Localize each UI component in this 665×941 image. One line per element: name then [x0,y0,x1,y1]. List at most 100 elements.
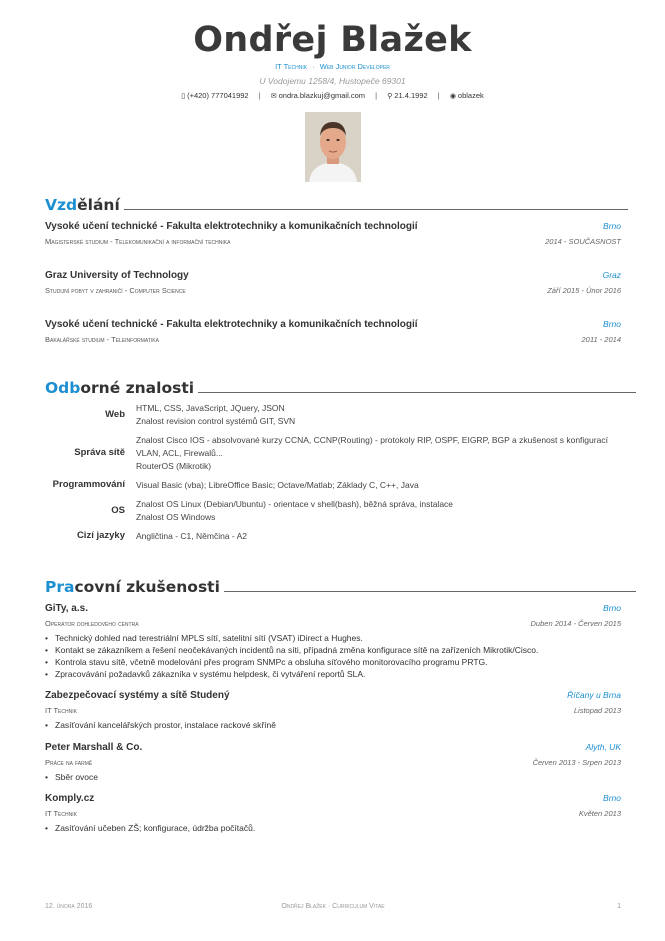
bullet-list: Zasíťování učeben ZŠ; konfigurace, údržb… [45,822,621,834]
email-link[interactable]: ondra.blazkuj@gmail.com [279,91,365,100]
entry-location: Brno [603,793,621,803]
heading-accent: Odb [45,379,81,397]
education-heading: Vzd ělání [45,196,628,214]
entry-title: GiTy, a.s. [45,603,88,614]
entry-location: Brno [603,221,621,231]
position-1: IT Technik [275,62,308,71]
entry-title: Vysoké učení technické - Fakulta elektro… [45,319,418,330]
page-number: 1 [617,903,621,910]
skill-label: Správa sítě [74,447,125,458]
bullet-list: Technický dohled nad terestriální MPLS s… [45,632,621,680]
bullet-item: Kontrola stavu sítě, včetně modelování p… [45,656,621,668]
entry-title: Peter Marshall & Co. [45,742,143,753]
heading-accent: Vzd [45,196,78,214]
address: U Vodojemu 1258/4, Hustopeče 69301 [259,76,406,86]
bullet-list: Sběr ovoce [45,771,621,783]
footer-center: Ondřej Blažek · Curriculum Vitae [281,903,385,910]
skill-line: Visual Basic (vba); LibreOffice Basic; O… [136,480,419,490]
skill-label: OS [111,505,125,516]
bullet-item: Kontakt se zákazníkem a řešení neočekáva… [45,644,621,656]
experience-entry: Zabezpečovací systémy a sítě Studený Říč… [45,690,621,731]
skill-row: Web HTML, CSS, JavaScript, JQuery, JSON … [45,402,621,428]
skill-row: Cizí jazyky Angličtina - C1, Němčina - A… [45,530,621,543]
skill-line: Znalost OS Linux (Debian/Ubuntu) - orien… [136,499,454,509]
entry-location: Graz [602,270,621,280]
heading-rule [223,591,636,592]
heading-rule [198,392,637,393]
position-separator: · [312,62,315,71]
bullet-list: Zasíťování kancelářských prostor, instal… [45,719,621,731]
skill-row: Programmování Visual Basic (vba); LibreO… [45,479,621,492]
birthday-cake-icon: ⚲ [387,93,393,100]
entry-subtitle: Studijní pobyt v zahraničí - Computer Sc… [45,286,186,295]
entry-subtitle: Magisterské studium - Telekomunikační a … [45,237,231,246]
heading-accent: Pra [45,578,75,596]
entry-date: Září 2015 - Únor 2016 [547,286,621,295]
skill-row: Správa sítě Znalost Cisco IOS - absolvov… [45,434,621,473]
skill-line: Znalost Cisco IOS - absolvované kurzy CC… [136,435,608,458]
entry-title: Komply.cz [45,793,95,804]
positions: IT Technik · Web Junior Developer [0,62,665,72]
entry-date: 2011 - 2014 [581,335,621,344]
skill-line: HTML, CSS, JavaScript, JQuery, JSON [136,403,285,413]
bullet-item: Zpracovávání požadavků zákazníka v systé… [45,668,621,680]
profile-photo-image [305,112,361,182]
separator: | [258,91,261,100]
entry-date: Duben 2014 - Červen 2015 [530,619,621,628]
position-2: Web Junior Developer [319,62,390,71]
experience-entry: Peter Marshall & Co. Alyth, UK Práce na … [45,742,621,783]
skill-value: Angličtina - C1, Němčina - A2 [136,530,247,543]
birthdate: 21.4.1992 [394,91,428,100]
phone: (+420) 777041992 [187,91,249,100]
entry-date: Květen 2013 [578,809,621,818]
skill-value: Visual Basic (vba); LibreOffice Basic; O… [136,479,419,492]
github-link[interactable]: oblazek [458,91,484,100]
experience-entry: Komply.cz Brno IT Technik Květen 2013 Za… [45,793,621,834]
bullet-item: Sběr ovoce [45,771,621,783]
page-footer: 12. února 2016 Ondřej Blažek · Curriculu… [45,903,621,910]
bullet-item: Technický dohled nad terestriální MPLS s… [45,632,621,644]
education-entry: Vysoké učení technické - Fakulta elektro… [45,319,621,349]
experience-entry: GiTy, a.s. Brno Operátor dohledového cen… [45,603,621,680]
entry-location: Brno [603,603,621,613]
experience-heading: Pra covní zkušenosti [45,578,636,596]
skill-label: Cizí jazyky [76,530,125,541]
heading-rest: covní zkušenosti [74,578,220,596]
github-icon: ◉ [449,93,456,100]
heading-rest: orné znalosti [80,379,195,397]
skill-line: Znalost revision control systémů GIT, SV… [136,416,296,426]
cv-header: Ondřej Blažek IT Technik · Web Junior De… [0,18,665,102]
skill-label: Web [105,409,125,420]
entry-subtitle: IT Technik [45,706,77,715]
bullet-item: Zasíťování kancelářských prostor, instal… [45,719,621,731]
education-entry: Vysoké učení technické - Fakulta elektro… [45,221,621,251]
entry-date: 2014 - SOUČASNOST [545,237,621,246]
entry-subtitle: IT Technik [45,809,77,818]
heading-rest: ělání [77,196,120,214]
contact-line: ▯ (+420) 777041992 | ✉ ondra.blazkuj@gmail… [0,91,665,102]
skills-heading: Odb orné znalosti [45,379,637,397]
mobile-icon: ▯ [181,93,186,100]
education-entry: Graz University of Technology Graz Studi… [45,270,621,300]
separator: | [437,91,440,100]
skill-label: Programmování [52,479,125,490]
entry-location: Alyth, UK [585,742,621,752]
person-name: Ondřej Blažek [193,20,472,60]
skills-list: Web HTML, CSS, JavaScript, JQuery, JSON … [45,402,621,549]
skill-line: RouterOS (Mikrotik) [136,461,212,471]
profile-photo [305,112,361,182]
skill-value: HTML, CSS, JavaScript, JQuery, JSON Znal… [136,402,295,428]
envelope-icon: ✉ [270,93,277,100]
skill-value: Znalost OS Linux (Debian/Ubuntu) - orien… [136,498,453,524]
entry-location: Říčany u Brna [567,690,621,700]
entry-date: Listopad 2013 [573,706,621,715]
skill-value: Znalost Cisco IOS - absolvované kurzy CC… [136,434,621,473]
entry-title: Graz University of Technology [45,270,189,281]
skill-line: Angličtina - C1, Němčina - A2 [136,531,248,541]
entry-subtitle: Bakalářské studium - Teleinformatika [45,335,159,344]
skill-row: OS Znalost OS Linux (Debian/Ubuntu) - or… [45,498,621,524]
entry-title: Zabezpečovací systémy a sítě Studený [45,690,230,701]
separator: | [375,91,378,100]
entry-title: Vysoké učení technické - Fakulta elektro… [45,221,418,232]
entry-date: Červen 2013 - Srpen 2013 [532,758,621,767]
